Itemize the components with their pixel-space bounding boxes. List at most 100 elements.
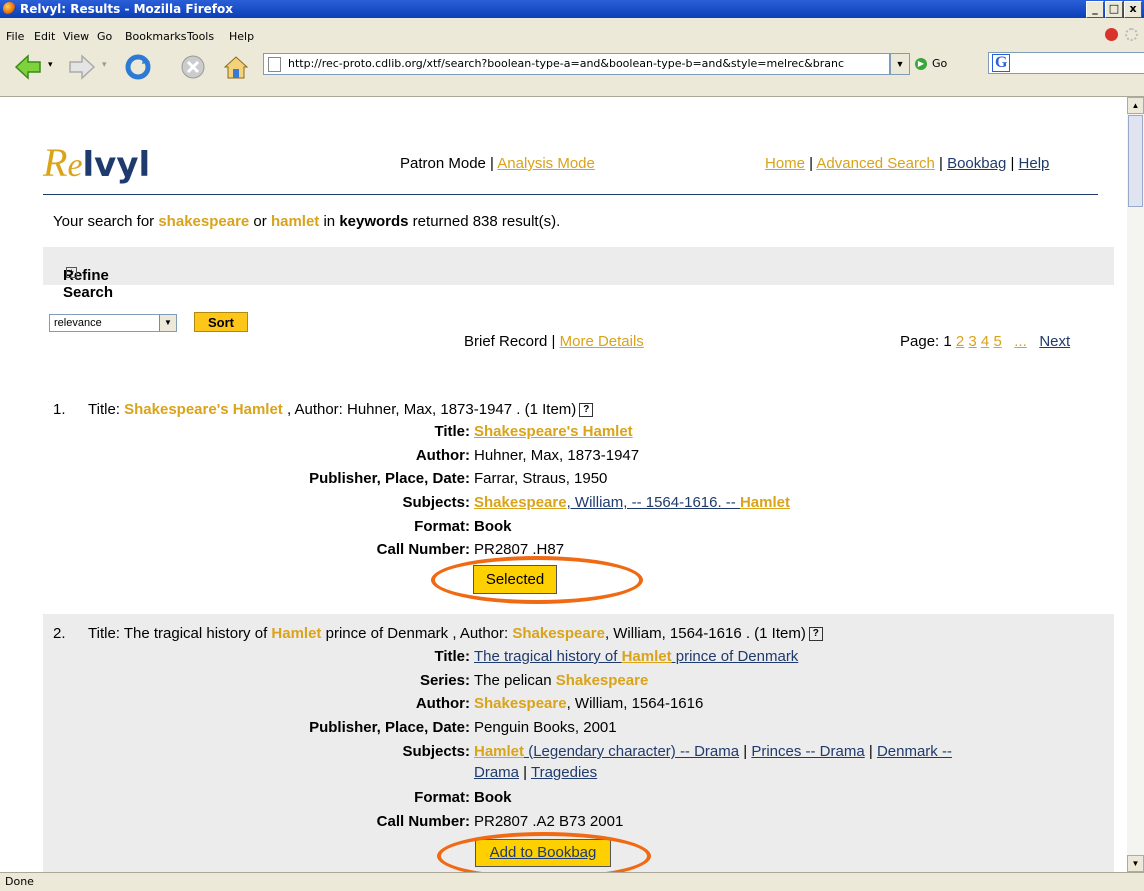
next-page-link[interactable]: Next xyxy=(1039,333,1070,350)
back-arrow-icon[interactable] xyxy=(14,54,42,80)
field-value-author: Huhner, Max, 1873-1947 xyxy=(474,447,640,464)
field-label-format: Format: xyxy=(414,789,470,806)
more-details-link[interactable]: More Details xyxy=(560,333,644,350)
vertical-scrollbar[interactable]: ▲ ▼ xyxy=(1127,97,1144,872)
field-label-title: Title: xyxy=(434,423,470,440)
field-label-title: Title: xyxy=(434,648,470,665)
status-bar: Done xyxy=(0,872,1144,891)
select-arrow-icon: ▼ xyxy=(159,315,176,331)
add-to-bookbag-button[interactable]: Add to Bookbag xyxy=(475,839,611,867)
record-number: 2. xyxy=(53,625,66,642)
menu-file[interactable]: File xyxy=(6,30,24,43)
menu-bookmarks[interactable]: Bookmarks xyxy=(125,30,186,43)
status-text: Done xyxy=(5,875,34,888)
record-heading: Title: Shakespeare's Hamlet , Author: Hu… xyxy=(88,401,594,418)
mode-switcher: Patron Mode | Analysis Mode xyxy=(400,155,595,172)
field-value-format: Book xyxy=(474,518,512,535)
scroll-down-icon[interactable]: ▼ xyxy=(1127,855,1144,872)
field-label-series: Series: xyxy=(419,672,470,689)
header-divider xyxy=(43,194,1098,195)
field-value-subjects[interactable]: Hamlet (Legendary character) -- Drama | … xyxy=(474,743,952,760)
page-icon xyxy=(268,57,281,72)
page-link-2[interactable]: 2 xyxy=(956,333,964,350)
patron-mode-label: Patron Mode xyxy=(400,155,486,172)
field-label-subjects: Subjects: xyxy=(402,743,470,760)
bookbag-link[interactable]: Bookbag xyxy=(947,155,1006,172)
field-label-publisher: Publisher, Place, Date: xyxy=(309,719,470,736)
page-link-4[interactable]: 4 xyxy=(981,333,989,350)
field-label-publisher: Publisher, Place, Date: xyxy=(309,470,470,487)
sort-button[interactable]: Sort xyxy=(194,312,248,332)
brief-record-label: Brief Record xyxy=(464,333,548,350)
firefox-icon xyxy=(3,2,16,15)
menu-bar: File Edit View Go Bookmarks Tools Help xyxy=(0,18,1144,46)
menu-go[interactable]: Go xyxy=(97,30,112,43)
record-heading: Title: The tragical history of Hamlet pr… xyxy=(88,625,823,642)
record-heading-title: Shakespeare's Hamlet xyxy=(124,401,283,418)
page-link-5[interactable]: 5 xyxy=(993,333,1001,350)
search-summary: Your search for shakespeare or hamlet in… xyxy=(53,213,561,230)
stop-icon[interactable] xyxy=(180,54,206,80)
google-search-icon[interactable]: G xyxy=(992,54,1011,72)
menu-edit[interactable]: Edit xyxy=(34,30,55,43)
relvyl-logo[interactable]: Relvyl xyxy=(43,139,150,186)
scroll-thumb[interactable] xyxy=(1128,115,1143,207)
top-nav-links: Home | Advanced Search | Bookbag | Help xyxy=(765,155,1050,172)
field-value-publisher: Penguin Books, 2001 xyxy=(474,719,617,736)
back-dropdown-icon[interactable]: ▾ xyxy=(48,59,53,70)
help-question-icon[interactable]: ? xyxy=(808,627,823,642)
page-link-3[interactable]: 3 xyxy=(968,333,976,350)
field-value-author: Shakespeare, William, 1564-1616 xyxy=(474,695,704,712)
field-value-subjects-cont[interactable]: Drama | Tragedies xyxy=(474,764,597,781)
maximize-button[interactable]: □ xyxy=(1105,1,1123,18)
field-value-title[interactable]: The tragical history of Hamlet prince of… xyxy=(474,648,798,665)
reload-icon[interactable] xyxy=(124,54,152,80)
field-value-title[interactable]: Shakespeare's Hamlet xyxy=(474,423,633,440)
sort-select[interactable]: relevance ▼ xyxy=(49,314,177,332)
url-text: http://rec-proto.cdlib.org/xtf/search?bo… xyxy=(288,57,845,70)
forward-dropdown-icon[interactable]: ▾ xyxy=(102,59,107,70)
menu-help[interactable]: Help xyxy=(229,30,254,43)
url-dropdown-button[interactable]: ▼ xyxy=(890,53,910,75)
window-titlebar: Relvyl: Results - Mozilla Firefox _ □ x xyxy=(0,0,1144,18)
field-value-publisher: Farrar, Straus, 1950 xyxy=(474,470,608,487)
field-label-author: Author: xyxy=(415,447,470,464)
minimize-button[interactable]: _ xyxy=(1086,1,1104,18)
field-label-subjects: Subjects: xyxy=(402,494,470,511)
page-viewport: Relvyl Patron Mode | Analysis Mode Home … xyxy=(0,97,1127,872)
field-label-author: Author: xyxy=(415,695,470,712)
go-arrow-icon: ▶ xyxy=(915,58,927,70)
field-value-call-number: PR2807 .A2 B73 2001 xyxy=(474,813,624,830)
analysis-mode-link[interactable]: Analysis Mode xyxy=(497,155,595,172)
throbber-icon xyxy=(1125,28,1138,41)
search-field[interactable]: G xyxy=(988,52,1144,74)
menu-tools[interactable]: Tools xyxy=(187,30,214,43)
url-field[interactable]: http://rec-proto.cdlib.org/xtf/search?bo… xyxy=(263,53,890,75)
stop-sign-icon xyxy=(1105,28,1118,41)
field-value-series: The pelican Shakespeare xyxy=(474,672,649,689)
go-button[interactable]: ▶ Go xyxy=(915,57,947,70)
window-title: Relvyl: Results - Mozilla Firefox xyxy=(20,2,233,16)
close-window-button[interactable]: x xyxy=(1124,1,1142,18)
field-value-subjects[interactable]: Shakespeare, William, -- 1564-1616. -- H… xyxy=(474,494,790,511)
view-switcher: Brief Record | More Details xyxy=(464,333,644,350)
forward-arrow-icon[interactable] xyxy=(68,54,96,80)
navigation-toolbar: ▾ ▾ http://rec-proto.cdlib.org/xtf/searc… xyxy=(0,46,1144,97)
pagination: Page: 1 2 3 4 5 ... Next xyxy=(900,333,1071,350)
expand-plus-icon[interactable]: + xyxy=(66,267,77,278)
field-value-call-number: PR2807 .H87 xyxy=(474,541,565,558)
menu-view[interactable]: View xyxy=(63,30,89,43)
page-current: 1 xyxy=(943,333,952,350)
advanced-search-link[interactable]: Advanced Search xyxy=(816,155,934,172)
record-number: 1. xyxy=(53,401,66,418)
home-icon[interactable] xyxy=(222,54,250,80)
selected-button[interactable]: Selected xyxy=(473,565,557,594)
refine-search-bar[interactable]: Refine Search + xyxy=(43,247,1114,301)
page-ellipsis-link[interactable]: ... xyxy=(1014,333,1027,350)
scroll-up-icon[interactable]: ▲ xyxy=(1127,97,1144,114)
field-label-call-number: Call Number: xyxy=(376,541,470,558)
field-label-format: Format: xyxy=(414,518,470,535)
home-link[interactable]: Home xyxy=(765,155,805,172)
help-question-icon[interactable]: ? xyxy=(579,403,594,418)
help-link[interactable]: Help xyxy=(1019,155,1050,172)
